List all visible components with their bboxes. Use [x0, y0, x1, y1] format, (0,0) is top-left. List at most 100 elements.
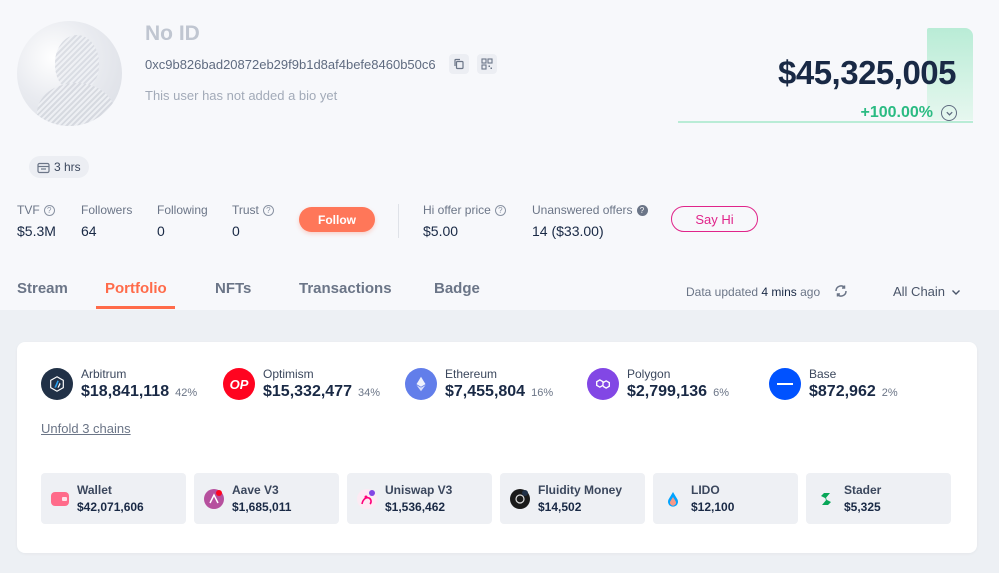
chevron-down-icon[interactable]: [941, 105, 957, 121]
polygon-icon: [587, 368, 619, 400]
chain-percent: 6%: [713, 387, 729, 399]
chain-name: Base: [809, 367, 837, 381]
unfold-chains-link[interactable]: Unfold 3 chains: [41, 421, 131, 436]
stat-following-value: 0: [157, 223, 165, 239]
stat-followers-label: Followers: [81, 203, 133, 217]
protocol-wallet[interactable]: Wallet $42,071,606: [41, 473, 186, 524]
account-age: 3 hrs: [54, 160, 81, 174]
stat-hi-offer: Hi offer price? $5.00: [423, 203, 506, 239]
tab-stream[interactable]: Stream: [17, 280, 68, 297]
protocol-name: Wallet: [77, 483, 112, 497]
protocol-value: $5,325: [844, 500, 881, 514]
tab-nfts[interactable]: NFTs: [215, 280, 251, 297]
base-icon: [769, 368, 801, 400]
protocol-value: $1,685,011: [232, 500, 292, 514]
protocol-fluidity-money[interactable]: Fluidity Money $14,502: [500, 473, 645, 524]
stat-following-label: Following: [157, 203, 208, 217]
account-age-badge: 3 hrs: [29, 156, 89, 178]
stat-hi-offer-value: $5.00: [423, 223, 459, 239]
chain-optimism[interactable]: OP Optimism $15,332,477 34%: [223, 367, 380, 401]
chain-value: $7,455,804: [445, 383, 526, 400]
profile-bio: This user has not added a bio yet: [145, 88, 338, 103]
optimism-icon: OP: [223, 368, 255, 400]
protocol-name: LIDO: [691, 483, 720, 497]
uniswap-icon: [357, 488, 377, 509]
lido-icon: [663, 489, 683, 509]
stat-unanswered-offers: Unanswered offers? 14 ($33.00): [532, 203, 648, 239]
calendar-icon: [37, 162, 50, 173]
stat-followers-value: 64: [81, 223, 97, 239]
avatar: [17, 21, 122, 126]
tab-transactions[interactable]: Transactions: [299, 280, 392, 297]
follow-button[interactable]: Follow: [299, 207, 375, 232]
avatar-body-shape: [37, 83, 115, 126]
wallet-address: 0xc9b826bad20872eb29f9b1d8af4befe8460b50…: [145, 57, 436, 72]
stat-followers[interactable]: Followers 64: [81, 203, 132, 239]
protocol-name: Uniswap V3: [385, 483, 453, 497]
help-icon[interactable]: ?: [494, 204, 506, 216]
protocol-name: Aave V3: [232, 483, 279, 497]
copy-icon[interactable]: [449, 54, 469, 74]
data-updated-time: 4 mins: [761, 285, 797, 299]
refresh-icon[interactable]: [833, 283, 849, 299]
profile-name: No ID: [145, 22, 200, 45]
protocol-uniswap-v3[interactable]: Uniswap V3 $1,536,462: [347, 473, 492, 524]
protocol-lido[interactable]: LIDO $12,100: [653, 473, 798, 524]
protocol-name: Fluidity Money: [538, 483, 622, 497]
chain-value: $2,799,136: [627, 383, 708, 400]
data-updated-prefix: Data updated: [686, 285, 759, 299]
chain-name: Ethereum: [445, 367, 498, 381]
arbitrum-icon: [41, 368, 73, 400]
chain-value: $15,332,477: [263, 383, 352, 400]
chain-name: Optimism: [263, 367, 314, 381]
stat-trust-value: 0: [232, 223, 240, 239]
net-worth-value: $45,325,005: [777, 54, 957, 91]
chain-arbitrum[interactable]: Arbitrum $18,841,118 42%: [41, 367, 197, 401]
tab-portfolio[interactable]: Portfolio: [105, 280, 167, 297]
help-icon[interactable]: ?: [43, 204, 55, 216]
say-hi-button[interactable]: Say Hi: [671, 206, 758, 232]
chain-value: $872,962: [809, 383, 876, 400]
protocol-value: $14,502: [538, 500, 582, 514]
tab-badge[interactable]: Badge: [434, 280, 480, 297]
chain-name: Arbitrum: [81, 367, 127, 381]
stat-unanswered-label: Unanswered offers: [532, 203, 633, 217]
data-updated-status: Data updated 4 mins ago: [686, 285, 820, 299]
fluidity-icon: [510, 488, 530, 509]
help-icon[interactable]: ?: [262, 204, 274, 216]
stat-trust-label: Trust: [232, 203, 259, 217]
stader-icon: [816, 489, 836, 509]
chevron-down-icon: [952, 289, 961, 295]
stat-trust: Trust? 0: [232, 203, 274, 239]
protocol-aave-v3[interactable]: Aave V3 $1,685,011: [194, 473, 339, 524]
help-icon[interactable]: ?: [636, 204, 648, 216]
chain-ethereum[interactable]: Ethereum $7,455,804 16%: [405, 367, 553, 401]
chain-percent: 16%: [531, 387, 554, 399]
stat-tvf-label: TVF: [17, 203, 40, 217]
protocol-value: $42,071,606: [77, 500, 144, 514]
chain-filter-dropdown[interactable]: All Chain: [893, 284, 961, 299]
ethereum-icon: [405, 368, 437, 400]
chain-percent: 42%: [175, 387, 198, 399]
stat-hi-offer-label: Hi offer price: [423, 203, 491, 217]
profile-header: No ID 0xc9b826bad20872eb29f9b1d8af4befe8…: [0, 0, 999, 310]
chain-base[interactable]: Base $872,962 2%: [769, 367, 898, 401]
protocol-stader[interactable]: Stader $5,325: [806, 473, 951, 524]
wallet-icon: [51, 491, 69, 506]
data-updated-suffix: ago: [800, 285, 821, 299]
net-worth-change: +100.00%: [860, 104, 933, 121]
chain-filter-value: All Chain: [893, 284, 946, 299]
stat-unanswered-value: 14 ($33.00): [532, 223, 604, 239]
chain-polygon[interactable]: Polygon $2,799,136 6%: [587, 367, 729, 401]
chain-value: $18,841,118: [81, 383, 170, 400]
qr-code-icon[interactable]: [477, 54, 497, 74]
active-tab-indicator: [96, 306, 175, 309]
chain-percent: 2%: [881, 387, 898, 399]
stats-divider: [398, 204, 399, 238]
chain-percent: 34%: [357, 387, 381, 399]
stat-following[interactable]: Following 0: [157, 203, 208, 239]
protocol-value: $1,536,462: [385, 500, 446, 514]
stat-tvf-value: $5.3M: [17, 223, 56, 239]
protocol-value: $12,100: [691, 500, 735, 514]
protocol-name: Stader: [844, 483, 882, 497]
